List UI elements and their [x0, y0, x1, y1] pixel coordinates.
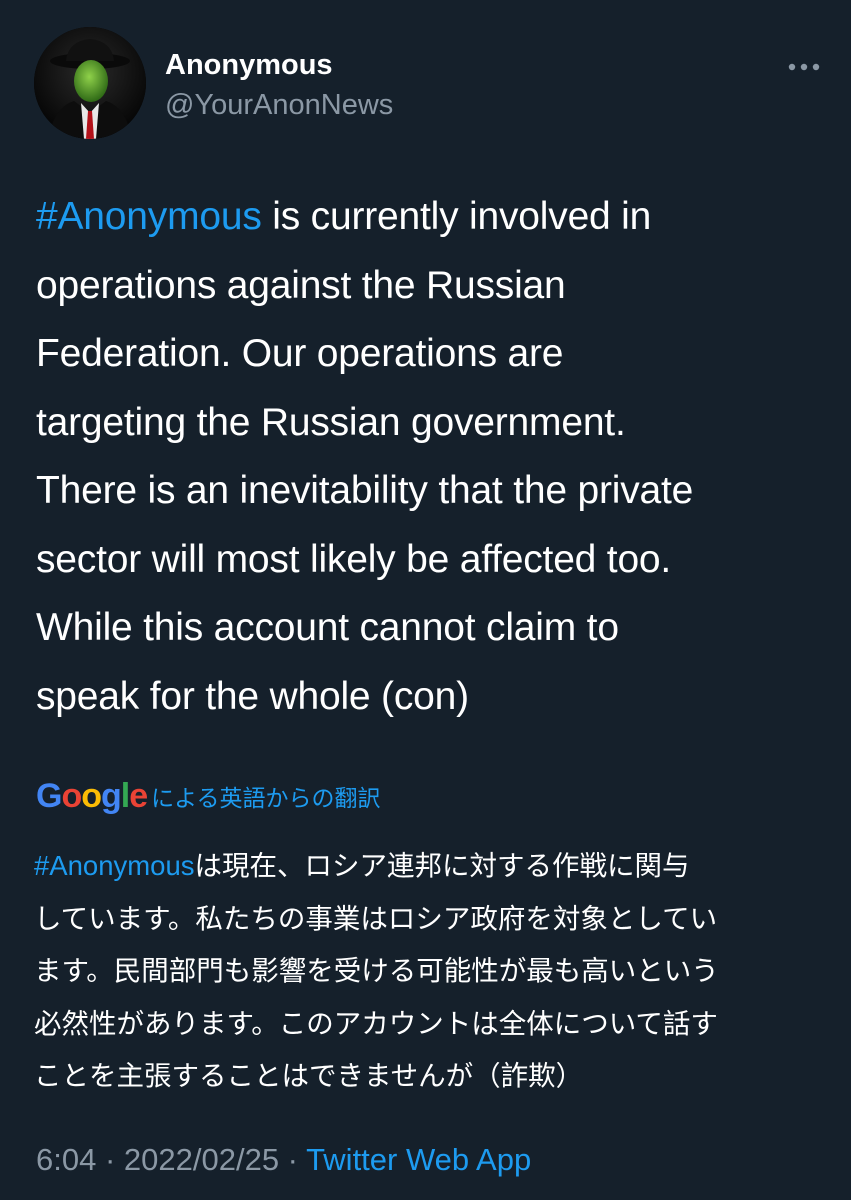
google-logo-letter: g — [101, 777, 122, 815]
hashtag-link[interactable]: #Anonymous — [36, 195, 262, 238]
google-logo-letter: o — [81, 777, 102, 815]
tweet-text: #Anonymous is currently involved in oper… — [36, 183, 826, 731]
google-logo-letter: l — [120, 777, 131, 815]
google-logo-letter: e — [129, 777, 148, 815]
tweet-text-line: sector will most likely be affected too. — [36, 537, 672, 581]
avatar[interactable] — [34, 27, 146, 139]
meta-separator: · — [279, 1142, 307, 1177]
translated-text-line: #Anonymousは現在、ロシア連邦に対する作戦に関与 — [34, 840, 824, 893]
tweet-text-fragment: is currently involved in — [261, 195, 652, 238]
tweet-date[interactable]: 2022/02/25 — [124, 1142, 279, 1177]
tweet-text-line: speak for the whole (con) — [36, 674, 469, 718]
translation-attribution: Google による英語からの翻訳 — [36, 776, 380, 816]
translation-label[interactable]: による英語からの翻訳 — [151, 779, 380, 813]
display-name[interactable]: Anonymous — [165, 47, 393, 83]
tweet-text-line: #Anonymous is currently involved in — [36, 183, 826, 252]
tweet-meta: 6:04 · 2022/02/25 · Twitter Web App — [36, 1138, 531, 1182]
more-horizontal-icon — [788, 63, 820, 71]
anonymous-suit-mask-avatar-icon — [34, 27, 146, 139]
google-logo: Google — [36, 776, 148, 816]
tweet-text-line: While this account cannot claim to — [36, 606, 619, 649]
translated-text-line: 必然性があります。このアカウントは全体について話す — [34, 1007, 718, 1039]
translated-text-line: しています。私たちの事業はロシア政府を対象としてい — [34, 902, 718, 934]
hashtag-link[interactable]: #Anonymous — [34, 850, 195, 881]
tweet-detail-view: Anonymous @YourAnonNews #Anonymous is cu… — [0, 0, 851, 1200]
tweet-time[interactable]: 6:04 — [36, 1142, 96, 1177]
translated-text: #Anonymousは現在、ロシア連邦に対する作戦に関与 しています。私たちの事… — [34, 840, 824, 1103]
translated-text-line: ます。民間部門も影響を受ける可能性が最も高いという — [34, 955, 719, 986]
tweet-text-line: Federation. Our operations are — [36, 332, 564, 375]
tweet-text-line: operations against the Russian — [36, 263, 566, 307]
author-names: Anonymous @YourAnonNews — [165, 47, 393, 123]
tweet-header: Anonymous @YourAnonNews — [34, 27, 824, 142]
google-logo-letter: o — [61, 777, 82, 815]
translated-text-fragment: は現在、ロシア連邦に対する作戦に関与 — [194, 850, 690, 881]
tweet-text-line: There is an inevitability that the priva… — [36, 469, 694, 512]
translated-text-line: ことを主張することはできませんが（詐欺） — [34, 1060, 584, 1091]
meta-separator: · — [96, 1142, 124, 1177]
tweet-text-line: targeting the Russian government. — [36, 400, 626, 444]
user-handle[interactable]: @YourAnonNews — [165, 87, 393, 123]
google-logo-letter: G — [36, 777, 62, 815]
source-app-link[interactable]: Twitter Web App — [306, 1142, 531, 1177]
more-options-button[interactable] — [784, 57, 824, 77]
